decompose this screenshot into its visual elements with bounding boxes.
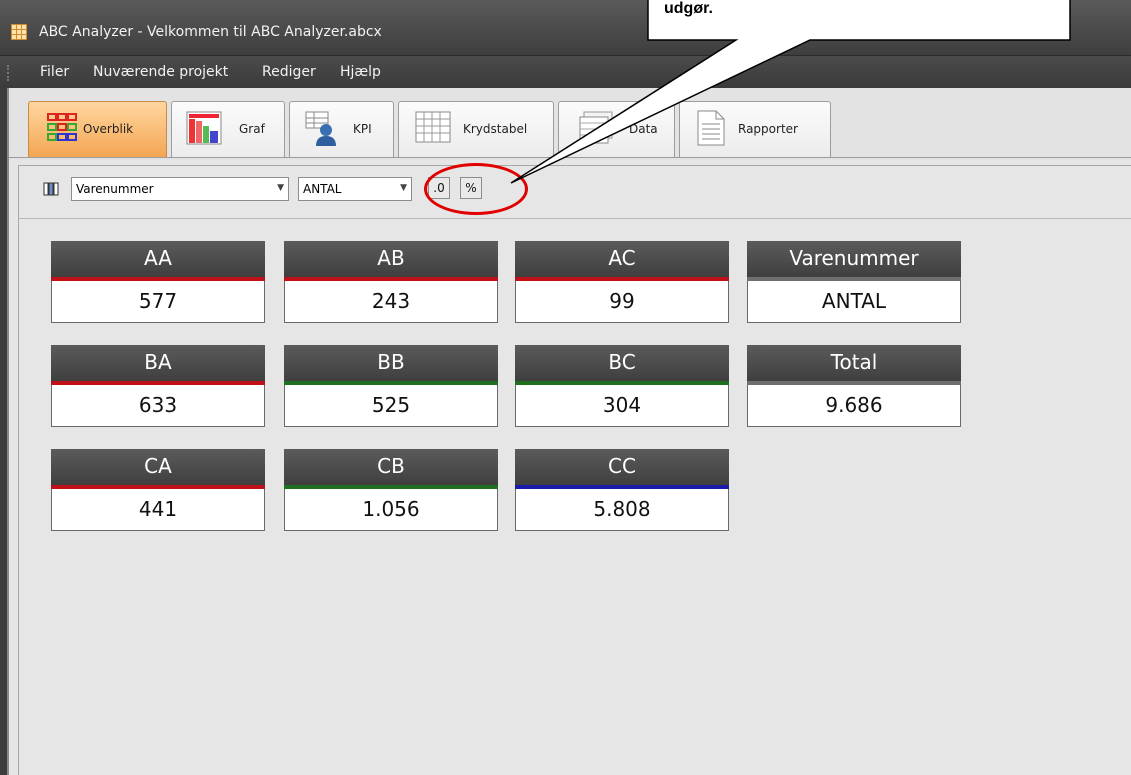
- kpi-card-value: 9.686: [747, 385, 961, 427]
- kpi-card-label: BC: [515, 345, 729, 381]
- kpi-card[interactable]: CC 5.808: [515, 449, 729, 531]
- kpi-card[interactable]: Varenummer ANTAL: [747, 241, 961, 323]
- kpi-card-value: 1.056: [284, 489, 498, 531]
- kpi-card-label: Total: [747, 345, 961, 381]
- kpi-card-label: CC: [515, 449, 729, 485]
- kpi-card[interactable]: AA 577: [51, 241, 265, 323]
- kpi-card-value: 243: [284, 281, 498, 323]
- kpi-card[interactable]: Total 9.686: [747, 345, 961, 427]
- kpi-card-value: 577: [51, 281, 265, 323]
- kpi-card[interactable]: AC 99: [515, 241, 729, 323]
- kpi-card-label: BB: [284, 345, 498, 381]
- kpi-card-label: CA: [51, 449, 265, 485]
- kpi-card-label: CB: [284, 449, 498, 485]
- kpi-card-value: 441: [51, 489, 265, 531]
- kpi-card[interactable]: BB 525: [284, 345, 498, 427]
- kpi-card[interactable]: BC 304: [515, 345, 729, 427]
- kpi-card-value: 525: [284, 385, 498, 427]
- toolbar-divider: [18, 218, 1131, 219]
- kpi-card-value: 633: [51, 385, 265, 427]
- kpi-card-value: 99: [515, 281, 729, 323]
- kpi-card-value: 5.808: [515, 489, 729, 531]
- kpi-card-value: ANTAL: [747, 281, 961, 323]
- kpi-card-value: 304: [515, 385, 729, 427]
- kpi-card-label: BA: [51, 345, 265, 381]
- kpi-card-label: AA: [51, 241, 265, 277]
- kpi-card[interactable]: AB 243: [284, 241, 498, 323]
- kpi-card-label: Varenummer: [747, 241, 961, 277]
- kpi-card-label: AC: [515, 241, 729, 277]
- kpi-card[interactable]: CA 441: [51, 449, 265, 531]
- kpi-card[interactable]: BA 633: [51, 345, 265, 427]
- callout-text: udgør.: [664, 0, 713, 17]
- kpi-card[interactable]: CB 1.056: [284, 449, 498, 531]
- callout-shape: [510, 0, 1071, 184]
- kpi-card-label: AB: [284, 241, 498, 277]
